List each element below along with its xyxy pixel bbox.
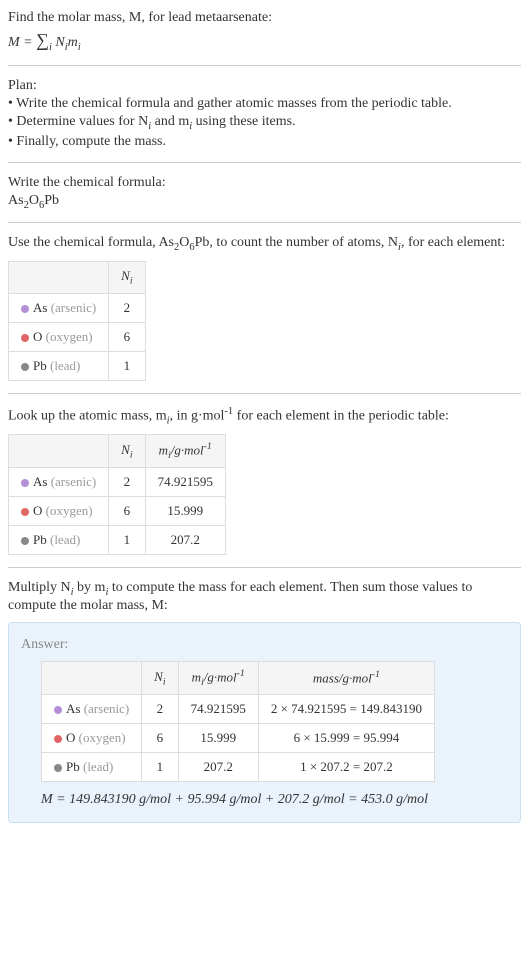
plan-bullet-2: • Determine values for Ni and mi using t… xyxy=(8,114,521,132)
lookup-section: Look up the atomic mass, mi, in g·mol-1 … xyxy=(8,406,521,555)
table-row: O (oxygen)615.9996 × 15.999 = 95.994 xyxy=(42,723,435,752)
calc-cell: 1 × 207.2 = 207.2 xyxy=(258,752,434,781)
lookup-text: Look up the atomic mass, mi, in g·mol-1 … xyxy=(8,406,521,426)
element-dot-icon xyxy=(21,363,29,371)
m-cell: 74.921595 xyxy=(145,468,225,497)
element-dot-icon xyxy=(54,706,62,714)
m-cell: 207.2 xyxy=(178,752,258,781)
m-cell: 15.999 xyxy=(178,723,258,752)
table-header: Ni mi/g·mol-1 mass/g·mol-1 xyxy=(42,661,435,694)
element-cell: As (arsenic) xyxy=(9,293,109,322)
element-dot-icon xyxy=(54,764,62,772)
lookup-table: Ni mi/g·mol-1 As (arsenic)274.921595O (o… xyxy=(8,434,226,555)
n-cell: 2 xyxy=(142,694,178,723)
calc-cell: 6 × 15.999 = 95.994 xyxy=(258,723,434,752)
table-row: O (oxygen)615.999 xyxy=(9,497,226,526)
answer-label: Answer: xyxy=(21,637,508,653)
element-cell: O (oxygen) xyxy=(9,497,109,526)
element-dot-icon xyxy=(21,537,29,545)
chem-formula-title: Write the chemical formula: xyxy=(8,175,521,191)
divider xyxy=(8,162,521,163)
divider xyxy=(8,222,521,223)
n-cell: 1 xyxy=(109,351,145,380)
element-cell: O (oxygen) xyxy=(9,322,109,351)
divider xyxy=(8,393,521,394)
final-answer: M = 149.843190 g/mol + 95.994 g/mol + 20… xyxy=(41,792,508,808)
m-cell: 74.921595 xyxy=(178,694,258,723)
element-cell: Pb (lead) xyxy=(9,526,109,555)
n-cell: 6 xyxy=(142,723,178,752)
intro: Find the molar mass, M, for lead metaars… xyxy=(8,10,521,53)
table-row: Pb (lead)1207.21 × 207.2 = 207.2 xyxy=(42,752,435,781)
multiply-text: Multiply Ni by mi to compute the mass fo… xyxy=(8,580,521,614)
element-cell: O (oxygen) xyxy=(42,723,142,752)
m-cell: 15.999 xyxy=(145,497,225,526)
n-cell: 6 xyxy=(109,497,145,526)
element-dot-icon xyxy=(54,735,62,743)
intro-line: Find the molar mass, M, for lead metaars… xyxy=(8,10,521,26)
element-cell: As (arsenic) xyxy=(9,468,109,497)
table-row: Pb (lead)1207.2 xyxy=(9,526,226,555)
n-cell: 1 xyxy=(109,526,145,555)
m-cell: 207.2 xyxy=(145,526,225,555)
table-row: O (oxygen)6 xyxy=(9,322,146,351)
element-dot-icon xyxy=(21,508,29,516)
n-cell: 6 xyxy=(109,322,145,351)
table-row: As (arsenic)274.921595 xyxy=(9,468,226,497)
element-cell: Pb (lead) xyxy=(9,351,109,380)
element-dot-icon xyxy=(21,479,29,487)
count-table: Ni As (arsenic)2O (oxygen)6Pb (lead)1 xyxy=(8,261,146,381)
divider xyxy=(8,567,521,568)
chem-formula-value: As2O6Pb xyxy=(8,193,521,211)
table-row: As (arsenic)2 xyxy=(9,293,146,322)
element-dot-icon xyxy=(21,305,29,313)
n-cell: 2 xyxy=(109,293,145,322)
element-cell: As (arsenic) xyxy=(42,694,142,723)
element-dot-icon xyxy=(21,334,29,342)
divider xyxy=(8,65,521,66)
plan-title: Plan: xyxy=(8,78,521,94)
n-cell: 2 xyxy=(109,468,145,497)
plan: Plan: • Write the chemical formula and g… xyxy=(8,78,521,150)
count-section: Use the chemical formula, As2O6Pb, to co… xyxy=(8,235,521,380)
count-text: Use the chemical formula, As2O6Pb, to co… xyxy=(8,235,521,253)
n-cell: 1 xyxy=(142,752,178,781)
table-row: Pb (lead)1 xyxy=(9,351,146,380)
answer-table: Ni mi/g·mol-1 mass/g·mol-1 As (arsenic)2… xyxy=(41,661,435,782)
table-row: As (arsenic)274.9215952 × 74.921595 = 14… xyxy=(42,694,435,723)
multiply-section: Multiply Ni by mi to compute the mass fo… xyxy=(8,580,521,823)
plan-bullet-3: • Finally, compute the mass. xyxy=(8,134,521,150)
element-cell: Pb (lead) xyxy=(42,752,142,781)
plan-bullet-1: • Write the chemical formula and gather … xyxy=(8,96,521,112)
table-header: Ni mi/g·mol-1 xyxy=(9,435,226,468)
answer-box: Answer: Ni mi/g·mol-1 mass/g·mol-1 As (a… xyxy=(8,622,521,823)
chem-formula: Write the chemical formula: As2O6Pb xyxy=(8,175,521,211)
intro-formula: M = ∑i Nimi xyxy=(8,30,521,53)
calc-cell: 2 × 74.921595 = 149.843190 xyxy=(258,694,434,723)
table-header: Ni xyxy=(9,262,146,294)
